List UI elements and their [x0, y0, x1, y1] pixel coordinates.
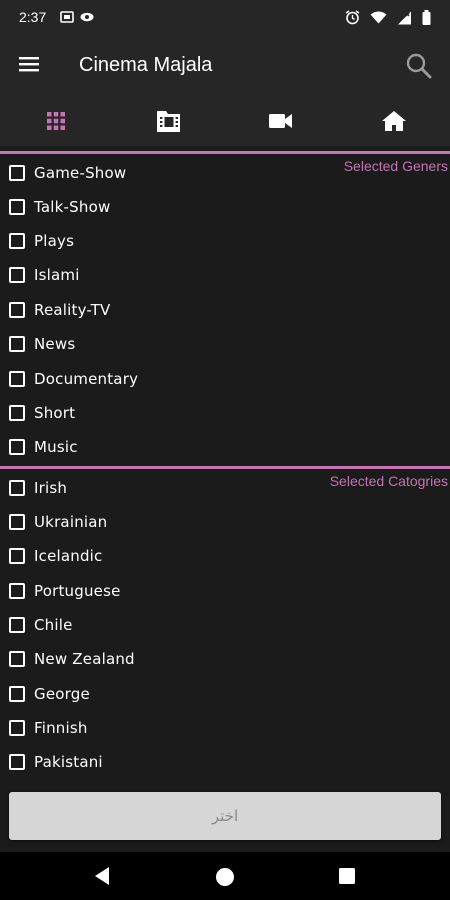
genres-section: Selected Geners Game-Show Talk-Show Play…: [0, 151, 450, 465]
genre-item-short[interactable]: Short: [0, 396, 300, 430]
checkbox[interactable]: [9, 199, 25, 215]
movie-folder-icon: [156, 111, 180, 132]
genre-item-islami[interactable]: Islami: [0, 258, 300, 292]
status-bar: 2:37: [0, 0, 450, 34]
home-circle-icon[interactable]: [215, 867, 235, 891]
search-icon[interactable]: [405, 52, 433, 80]
genre-item-music[interactable]: Music: [0, 430, 300, 464]
genre-item-reality-tv[interactable]: Reality-TV: [0, 293, 300, 327]
genres-section-label: Selected Geners: [343, 158, 448, 174]
tab-home[interactable]: [338, 96, 450, 146]
wifi-icon: [370, 11, 387, 24]
checkbox[interactable]: [9, 583, 25, 599]
genre-item-plays[interactable]: Plays: [0, 224, 300, 258]
videocam-icon: [269, 114, 293, 128]
home-icon: [381, 111, 406, 131]
checkbox[interactable]: [9, 480, 25, 496]
notification-icon: [60, 11, 74, 23]
checkbox[interactable]: [9, 336, 25, 352]
recents-icon[interactable]: [339, 868, 355, 888]
category-item-portuguese[interactable]: Portuguese: [0, 574, 300, 608]
checkbox[interactable]: [9, 165, 25, 181]
checkbox[interactable]: [9, 617, 25, 633]
category-item-irish[interactable]: Irish: [0, 471, 300, 505]
tab-bar: [0, 96, 450, 146]
visibility-icon: [80, 12, 94, 22]
checkbox[interactable]: [9, 439, 25, 455]
app-title: Cinema Majala: [79, 54, 213, 76]
signal-icon: [398, 11, 411, 24]
checkbox[interactable]: [9, 267, 25, 283]
checkbox[interactable]: [9, 514, 25, 530]
genre-item-game-show[interactable]: Game-Show: [0, 156, 300, 190]
checkbox[interactable]: [9, 302, 25, 318]
checkbox[interactable]: [9, 233, 25, 249]
genre-item-documentary[interactable]: Documentary: [0, 362, 300, 396]
choose-button[interactable]: اختر: [9, 792, 441, 840]
battery-icon: [422, 10, 431, 25]
checkbox[interactable]: [9, 651, 25, 667]
categories-section-label: Selected Catogries: [329, 473, 448, 489]
back-icon[interactable]: [93, 866, 111, 890]
category-item-ukrainian[interactable]: Ukrainian: [0, 505, 300, 539]
category-item-george[interactable]: George: [0, 677, 300, 711]
categories-section: Selected Catogries Irish Ukrainian Icela…: [0, 466, 450, 782]
checkbox[interactable]: [9, 548, 25, 564]
checkbox[interactable]: [9, 754, 25, 770]
alarm-icon: [345, 10, 360, 25]
app-bar: Cinema Majala: [0, 34, 450, 96]
status-time: 2:37: [19, 9, 47, 25]
checkbox[interactable]: [9, 686, 25, 702]
checkbox[interactable]: [9, 405, 25, 421]
category-item-pakistani[interactable]: Pakistani: [0, 745, 300, 779]
genre-item-talk-show[interactable]: Talk-Show: [0, 190, 300, 224]
tab-videos[interactable]: [225, 96, 338, 146]
checkbox[interactable]: [9, 371, 25, 387]
genre-item-news[interactable]: News: [0, 327, 300, 361]
category-item-chile[interactable]: Chile: [0, 608, 300, 642]
section-divider: [0, 151, 450, 154]
menu-icon[interactable]: [18, 54, 42, 76]
choose-button-label: اختر: [211, 807, 239, 825]
tab-genres[interactable]: [0, 96, 113, 146]
category-item-finnish[interactable]: Finnish: [0, 711, 300, 745]
grid-icon: [47, 112, 66, 130]
system-nav-bar: [0, 852, 450, 900]
checkbox[interactable]: [9, 720, 25, 736]
category-item-icelandic[interactable]: Icelandic: [0, 539, 300, 573]
section-divider: [0, 466, 450, 469]
category-item-new-zealand[interactable]: New Zealand: [0, 642, 300, 676]
tab-movies[interactable]: [113, 96, 226, 146]
